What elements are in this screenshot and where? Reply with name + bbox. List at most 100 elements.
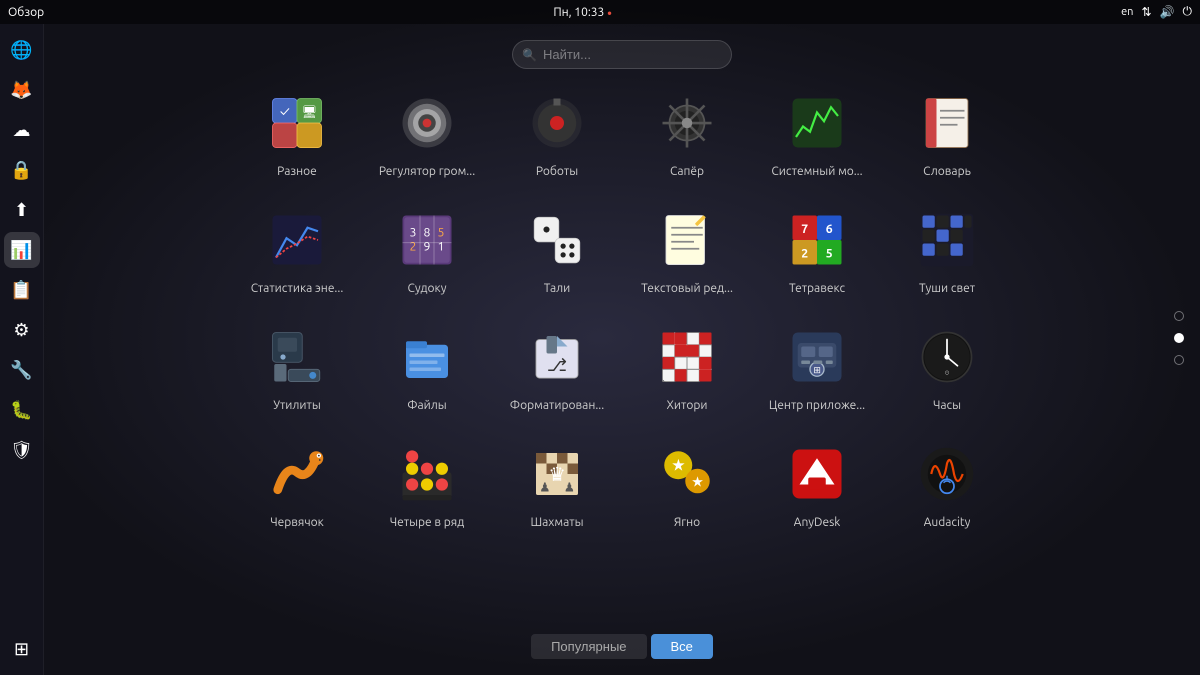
tab-all[interactable]: Все <box>651 634 713 659</box>
app-label-sudoku: Судоку <box>407 282 446 295</box>
app-item-hitori[interactable]: Хитори <box>622 313 752 420</box>
sidebar-icon-firefox[interactable]: 🦊 <box>4 72 40 108</box>
app-icon-tetravex: 7 6 2 5 <box>781 204 853 276</box>
app-icon-stats <box>261 204 333 276</box>
app-label-texteditor: Текстовый ред... <box>641 282 733 295</box>
app-label-minesweeper: Сапёр <box>670 165 704 178</box>
pagination-dot-2[interactable] <box>1174 333 1184 343</box>
sidebar-icon-terminal[interactable]: ⚙ <box>4 312 40 348</box>
sidebar-icon-cloud[interactable]: ☁ <box>4 112 40 148</box>
app-item-fourinarow[interactable]: Четыре в ряд <box>362 430 492 537</box>
app-icon-volume <box>391 87 463 159</box>
app-item-format[interactable]: ⎇ Форматирован... <box>492 313 622 420</box>
app-icon-center: ⊞ <box>781 321 853 393</box>
svg-text:3: 3 <box>410 227 417 240</box>
app-item-center[interactable]: ⊞ Центр приложе... <box>752 313 882 420</box>
sidebar-icon-lock[interactable]: 🔒 <box>4 152 40 188</box>
svg-text:7: 7 <box>801 223 808 236</box>
svg-text:♟: ♟ <box>564 482 575 495</box>
app-icon-fourinarow <box>391 438 463 510</box>
app-item-chess[interactable]: ♛ ♟ ♟ Шахматы <box>492 430 622 537</box>
app-icon-texteditor <box>651 204 723 276</box>
topbar: Обзор Пн, 10:33 ● en ⇅ 🔊 ⏻ <box>0 0 1200 24</box>
svg-text:5: 5 <box>826 248 833 261</box>
app-label-sysmon: Системный мо... <box>771 165 862 178</box>
app-item-tetravex[interactable]: 7 6 2 5 Тетравекс <box>752 196 882 303</box>
topbar-overview-label[interactable]: Обзор <box>8 6 44 19</box>
app-icon-worm <box>261 438 333 510</box>
app-label-misc: Разное <box>277 165 317 178</box>
app-label-lightsout: Туши свет <box>919 282 975 295</box>
app-item-lightsout[interactable]: Туши свет <box>882 196 1012 303</box>
app-icon-dict <box>911 87 983 159</box>
app-item-minesweeper[interactable]: Сапёр <box>622 79 752 186</box>
sidebar-icon-upload[interactable]: ⬆ <box>4 192 40 228</box>
app-label-clock: Часы <box>933 399 961 412</box>
app-item-audacity[interactable]: Audacity <box>882 430 1012 537</box>
app-label-hitori: Хитори <box>667 399 708 412</box>
app-icon-misc: ✓ 🖥 <box>261 87 333 159</box>
app-label-anydesk: AnyDesk <box>794 516 841 529</box>
app-item-anydesk[interactable]: AnyDesk <box>752 430 882 537</box>
app-item-misc[interactable]: ✓ 🖥 Разное <box>232 79 362 186</box>
app-icon-tali <box>521 204 593 276</box>
app-label-worm: Червячок <box>270 516 324 529</box>
app-item-robots[interactable]: Роботы <box>492 79 622 186</box>
app-item-volume[interactable]: Регулятор гром... <box>362 79 492 186</box>
app-label-fourinarow: Четыре в ряд <box>390 516 465 529</box>
app-label-chess: Шахматы <box>530 516 583 529</box>
search-input[interactable] <box>512 40 732 69</box>
app-item-stats[interactable]: Статистика эне... <box>232 196 362 303</box>
app-icon-clock: ⊙ <box>911 321 983 393</box>
app-icon-hitori <box>651 321 723 393</box>
power-icon[interactable]: ⏻ <box>1182 5 1192 19</box>
sidebar-icon-globe[interactable]: 🌐 <box>4 32 40 68</box>
app-icon-jagno: ★ ★ <box>651 438 723 510</box>
pagination-dot-1[interactable] <box>1174 311 1184 321</box>
svg-text:8: 8 <box>424 227 431 240</box>
app-icon-lightsout <box>911 204 983 276</box>
app-label-stats: Статистика эне... <box>251 282 344 295</box>
app-item-sysmon[interactable]: Системный мо... <box>752 79 882 186</box>
app-item-jagno[interactable]: ★ ★ Ягно <box>622 430 752 537</box>
svg-text:♟: ♟ <box>539 482 550 495</box>
app-label-robots: Роботы <box>536 165 578 178</box>
app-item-worm[interactable]: Червячок <box>232 430 362 537</box>
app-icon-minesweeper <box>651 87 723 159</box>
app-item-dict[interactable]: Словарь <box>882 79 1012 186</box>
tab-popular[interactable]: Популярные <box>531 634 646 659</box>
app-label-tali: Тали <box>544 282 571 295</box>
app-label-tetravex: Тетравекс <box>789 282 845 295</box>
app-item-utils[interactable]: Утилиты <box>232 313 362 420</box>
sidebar-icon-grid[interactable]: ⊞ <box>4 631 40 667</box>
svg-text:⊞: ⊞ <box>813 365 820 375</box>
sidebar-icon-bug[interactable]: 🐛 <box>4 392 40 428</box>
search-icon: 🔍 <box>522 48 537 62</box>
app-item-files[interactable]: Файлы <box>362 313 492 420</box>
app-label-files: Файлы <box>407 399 446 412</box>
lang-indicator[interactable]: en <box>1121 6 1133 18</box>
sidebar-icon-shield[interactable]: 🛡 <box>4 432 40 468</box>
sidebar-icon-settings[interactable]: 🔧 <box>4 352 40 388</box>
app-item-sudoku[interactable]: 3 8 5 2 9 1 Судоку <box>362 196 492 303</box>
sidebar-icon-notes[interactable]: 📋 <box>4 272 40 308</box>
volume-icon[interactable]: 🔊 <box>1160 5 1175 19</box>
svg-text:★: ★ <box>691 473 704 489</box>
app-label-jagno: Ягно <box>674 516 700 529</box>
app-label-dict: Словарь <box>923 165 971 178</box>
pagination-dot-3[interactable] <box>1174 355 1184 365</box>
app-item-clock[interactable]: ⊙ Часы <box>882 313 1012 420</box>
app-icon-sudoku: 3 8 5 2 9 1 <box>391 204 463 276</box>
sidebar-icon-spreadsheet[interactable]: 📊 <box>4 232 40 268</box>
app-item-texteditor[interactable]: Текстовый ред... <box>622 196 752 303</box>
app-item-tali[interactable]: Тали <box>492 196 622 303</box>
network-icon[interactable]: ⇅ <box>1141 5 1151 19</box>
pagination-dots <box>1174 311 1184 365</box>
app-label-utils: Утилиты <box>273 399 321 412</box>
topbar-right-controls: en ⇅ 🔊 ⏻ <box>1121 5 1192 19</box>
app-icon-files <box>391 321 463 393</box>
app-label-volume: Регулятор гром... <box>379 165 475 178</box>
apps-grid: ✓ 🖥 Разное Регулятор гром... Роботы Сапё… <box>212 79 1032 537</box>
bottom-tabs: Популярные Все <box>531 634 713 659</box>
svg-text:★: ★ <box>671 456 685 474</box>
